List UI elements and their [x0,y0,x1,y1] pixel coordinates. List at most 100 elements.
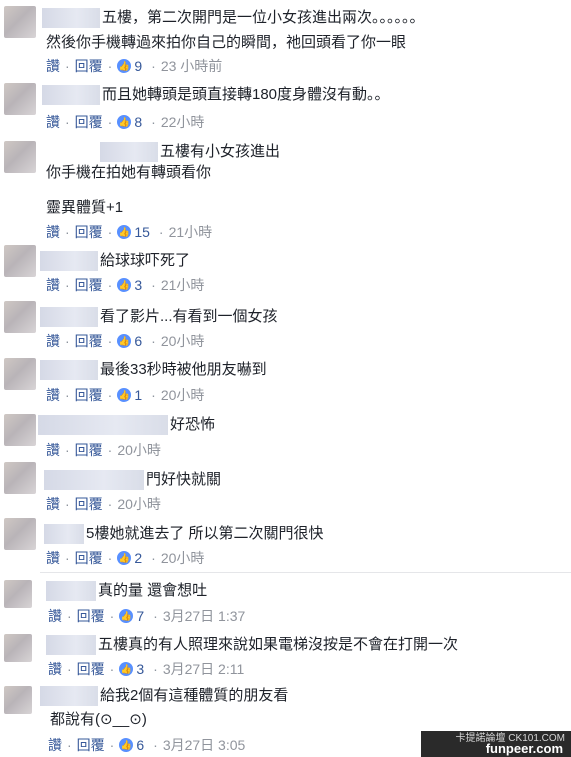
avatar[interactable] [4,462,36,494]
comment-actions: 讚 · 回覆 · 👍 3 · 3月27日 2:11 [48,660,245,678]
like-icon: 👍 [117,388,132,403]
like-button[interactable]: 讚 [46,495,60,513]
comment-actions: 讚 · 回覆 · 👍 1 · 20小時 [46,386,205,404]
like-button[interactable]: 讚 [46,549,60,567]
like-count[interactable]: 15 [134,223,150,241]
comment-text: 給我2個有這種體質的朋友看 [40,686,288,707]
reply-button[interactable]: 回覆 [75,386,103,404]
reply-button[interactable]: 回覆 [75,549,103,567]
comment: 給球球吓死了 讚 · 回覆 · 👍 3 · 21小時 [0,243,571,298]
author-name[interactable] [44,470,144,491]
comment-actions: 讚 · 回覆 · 👍 6 · 3月27日 3:05 [48,736,246,754]
comment-actions: 讚 · 回覆 · 👍 6 · 20小時 [46,332,205,350]
comment: 門好快就關 讚 · 回覆 · 20小時 [0,460,571,516]
reply-button[interactable]: 回覆 [75,441,103,459]
reply-button[interactable]: 回覆 [75,57,103,75]
timestamp[interactable]: 20小時 [117,441,161,459]
like-button[interactable]: 讚 [46,332,60,350]
like-button[interactable]: 讚 [48,607,62,625]
reply-button[interactable]: 回覆 [75,495,103,513]
avatar[interactable] [4,83,36,115]
avatar[interactable] [4,518,36,550]
like-button[interactable]: 讚 [46,223,60,241]
avatar[interactable] [4,6,36,38]
like-count[interactable]: 1 [134,386,142,404]
like-count[interactable]: 3 [134,276,142,294]
avatar[interactable] [4,245,36,277]
like-count[interactable]: 9 [134,57,142,75]
comment-text: 然後你手機轉過來拍你自己的瞬間，祂回頭看了你一眼 [46,34,407,51]
comment-text: 真的量 還會想吐 [46,581,207,602]
reply-button[interactable]: 回覆 [75,276,103,294]
author-name[interactable] [42,85,100,106]
comment-text: 門好快就關 [44,470,221,491]
author-name[interactable] [42,8,100,29]
reply-button[interactable]: 回覆 [77,736,105,754]
like-button[interactable]: 讚 [46,441,60,459]
author-name[interactable] [40,360,98,381]
comment-actions: 讚 · 回覆 · 👍 9 · 23 小時前 [46,57,223,75]
reply-button[interactable]: 回覆 [77,607,105,625]
author-name[interactable] [38,415,168,436]
author-name[interactable] [46,581,96,602]
avatar[interactable] [4,414,36,446]
like-icon: 👍 [117,278,132,293]
like-icon: 👍 [117,334,132,349]
reply-button[interactable]: 回覆 [75,332,103,350]
comment-actions: 讚 · 回覆 · 👍 15 · 21小時 [46,223,213,241]
comment-actions: 讚 · 回覆 · 👍 2 · 20小時 [46,549,205,567]
timestamp[interactable]: 20小時 [161,549,205,567]
like-icon: 👍 [117,115,132,130]
like-button[interactable]: 讚 [48,736,62,754]
like-count[interactable]: 7 [136,607,144,625]
like-icon: 👍 [119,609,134,624]
timestamp[interactable]: 20小時 [161,386,205,404]
like-button[interactable]: 讚 [46,386,60,404]
avatar[interactable] [4,358,36,390]
timestamp[interactable]: 3月27日 1:37 [163,607,246,625]
comment-text: 都說有(⊙__⊙) [50,711,147,728]
like-count[interactable]: 2 [134,549,142,567]
like-button[interactable]: 讚 [48,660,62,678]
reply-button[interactable]: 回覆 [75,223,103,241]
timestamp[interactable]: 3月27日 2:11 [163,660,244,678]
author-name[interactable] [44,524,84,545]
avatar[interactable] [4,141,36,173]
like-button[interactable]: 讚 [46,276,60,294]
reply-button[interactable]: 回覆 [75,113,103,131]
author-name[interactable] [40,307,98,328]
avatar[interactable] [4,580,32,608]
like-icon: 👍 [117,225,132,240]
like-icon: 👍 [117,551,132,566]
like-count[interactable]: 6 [134,332,142,350]
avatar[interactable] [4,634,32,662]
like-button[interactable]: 讚 [46,113,60,131]
like-button[interactable]: 讚 [46,57,60,75]
timestamp[interactable]: 23 小時前 [161,57,222,75]
comment: 最後33秒時被他朋友嚇到 讚 · 回覆 · 👍 1 · 20小時 [0,354,571,410]
comment-text: 你手機在拍她有轉頭看你 [46,164,212,181]
like-count[interactable]: 8 [134,113,142,131]
timestamp[interactable]: 22小時 [161,113,205,131]
author-name[interactable] [100,142,158,163]
timestamp[interactable]: 21小時 [169,223,213,241]
timestamp[interactable]: 3月27日 3:05 [163,736,246,754]
like-icon: 👍 [119,738,134,753]
author-name[interactable] [40,251,98,272]
timestamp[interactable]: 21小時 [161,276,205,294]
author-name[interactable] [46,635,96,656]
avatar[interactable] [4,301,36,333]
like-icon: 👍 [117,59,132,74]
author-name[interactable] [40,686,98,707]
comment-actions: 讚 · 回覆 · 👍 7 · 3月27日 1:37 [48,607,246,625]
watermark-site: funpeer.com [485,741,563,756]
comment-text: 好恐怖 [38,415,215,436]
like-count[interactable]: 3 [136,660,144,678]
avatar[interactable] [4,686,32,714]
comment: 好恐怖 讚 · 回覆 · 20小時 [0,410,571,460]
timestamp[interactable]: 20小時 [161,332,205,350]
timestamp[interactable]: 20小時 [117,495,161,513]
like-count[interactable]: 6 [136,736,144,754]
reply-button[interactable]: 回覆 [77,660,105,678]
comment: 五樓有小女孩進出 你手機在拍她有轉頭看你 靈異體質+1 讚 · 回覆 · 👍 15 · 21小… [0,135,571,243]
